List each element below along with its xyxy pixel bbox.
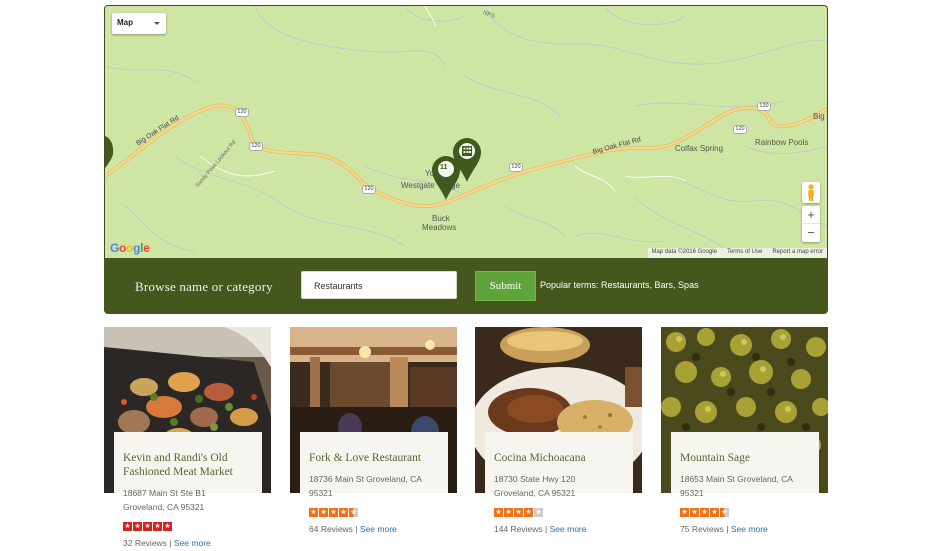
separator: | bbox=[726, 524, 729, 534]
star-icon: ★ bbox=[163, 522, 172, 531]
listing-reviews: 144 Reviews | See more bbox=[494, 524, 587, 534]
star-rating: ★ ★ ★ ★ ★ bbox=[123, 522, 172, 531]
review-count: 144 Reviews bbox=[494, 524, 543, 534]
listing-address: 18736 Main St Groveland, CA 95321 bbox=[309, 472, 443, 500]
listing-name[interactable]: Kevin and Randi's Old Fashioned Meat Mar… bbox=[123, 451, 263, 479]
see-more-link[interactable]: See more bbox=[174, 538, 211, 548]
search-band: Browse name or category Restaurants Subm… bbox=[104, 258, 828, 314]
map-label-yo: Yo bbox=[425, 169, 435, 178]
map-data-attribution: Map data ©2016 Google bbox=[651, 249, 717, 255]
see-more-link[interactable]: See more bbox=[550, 524, 587, 534]
map-label-westgate: Westgate bbox=[401, 181, 435, 190]
star-icon: ★ bbox=[319, 508, 328, 517]
search-input[interactable]: Restaurants bbox=[301, 271, 457, 299]
listing-card[interactable]: Mountain Sage 18653 Main St Groveland, C… bbox=[661, 327, 828, 551]
route-shield: 120 bbox=[235, 108, 249, 117]
star-icon: ★ bbox=[339, 508, 348, 517]
address-line-2: Groveland, CA 95321 bbox=[123, 502, 205, 512]
search-input-value: Restaurants bbox=[314, 281, 363, 291]
zoom-out-button[interactable]: − bbox=[802, 224, 820, 242]
star-icon: ★ bbox=[309, 508, 318, 517]
listing-reviews: 64 Reviews | See more bbox=[309, 524, 397, 534]
see-more-link[interactable]: See more bbox=[731, 524, 768, 534]
terms-of-use-link[interactable]: Terms of Use bbox=[727, 249, 762, 257]
google-logo: Google bbox=[110, 241, 150, 255]
map-attribution: Map data ©2016 Google Terms of Use Repor… bbox=[647, 248, 827, 258]
listing-name[interactable]: Cocina Michoacana bbox=[494, 451, 634, 465]
star-icon: ★ bbox=[680, 508, 689, 517]
star-icon: ★ bbox=[700, 508, 709, 517]
review-count: 64 Reviews bbox=[309, 524, 353, 534]
separator: | bbox=[545, 524, 548, 534]
route-shield: 120 bbox=[757, 102, 771, 111]
address-line-2: Groveland, CA 95321 bbox=[494, 488, 576, 498]
listing-card[interactable]: Cocina Michoacana 18730 State Hwy 120 Gr… bbox=[475, 327, 642, 551]
listing-card[interactable]: Fork & Love Restaurant 18736 Main St Gro… bbox=[290, 327, 457, 551]
separator: | bbox=[355, 524, 358, 534]
address-line-1: 18730 State Hwy 120 bbox=[494, 474, 576, 484]
star-icon: ★ bbox=[123, 522, 132, 531]
browse-label: Browse name or category bbox=[135, 279, 273, 294]
review-count: 75 Reviews bbox=[680, 524, 724, 534]
star-half-icon: ★ bbox=[349, 508, 358, 517]
star-empty-icon: ★ bbox=[534, 508, 543, 517]
star-icon: ★ bbox=[494, 508, 503, 517]
address-line-1: 18653 Main St Groveland, CA bbox=[680, 474, 793, 484]
review-count: 32 Reviews bbox=[123, 538, 167, 548]
star-icon: ★ bbox=[710, 508, 719, 517]
map-label-colfax-spring: Colfax Spring bbox=[675, 144, 724, 153]
star-rating: ★ ★ ★ ★ ★ bbox=[494, 508, 543, 517]
star-icon: ★ bbox=[143, 522, 152, 531]
chevron-down-icon bbox=[154, 22, 160, 25]
listing-info: Kevin and Randi's Old Fashioned Meat Mar… bbox=[114, 432, 262, 551]
map[interactable]: 11 Yo Westgate ge Buck Meadows Colfax Sp… bbox=[104, 5, 828, 258]
address-line-1: 18687 Main St Ste B1 bbox=[123, 488, 206, 498]
listing-reviews: 32 Reviews | See more bbox=[123, 538, 211, 548]
star-icon: ★ bbox=[514, 508, 523, 517]
listing-name[interactable]: Fork & Love Restaurant bbox=[309, 451, 449, 465]
map-label-ge: ge bbox=[451, 181, 460, 190]
route-shield: 120 bbox=[509, 163, 523, 172]
street-view-pegman-icon[interactable] bbox=[802, 182, 820, 203]
route-shield: 120 bbox=[733, 125, 747, 134]
listing-card[interactable]: Kevin and Randi's Old Fashioned Meat Mar… bbox=[104, 327, 271, 551]
star-half-icon: ★ bbox=[720, 508, 729, 517]
star-rating: ★ ★ ★ ★ ★ bbox=[309, 508, 358, 517]
route-shield: 120 bbox=[249, 142, 263, 151]
star-rating: ★ ★ ★ ★ ★ bbox=[680, 508, 729, 517]
star-icon: ★ bbox=[329, 508, 338, 517]
route-shield: 120 bbox=[362, 185, 376, 194]
listing-address: 18730 State Hwy 120 Groveland, CA 95321 bbox=[494, 472, 628, 500]
map-label-rainbow-pools: Rainbow Pools bbox=[755, 138, 809, 147]
map-type-label: Map bbox=[117, 18, 133, 27]
map-type-selector[interactable]: Map bbox=[112, 13, 166, 34]
separator: | bbox=[169, 538, 172, 548]
listing-reviews: 75 Reviews | See more bbox=[680, 524, 768, 534]
listing-address: 18687 Main St Ste B1 Groveland, CA 95321 bbox=[123, 486, 257, 514]
zoom-in-button[interactable]: + bbox=[802, 206, 820, 224]
listing-info: Cocina Michoacana 18730 State Hwy 120 Gr… bbox=[485, 432, 633, 551]
star-icon: ★ bbox=[690, 508, 699, 517]
see-more-link[interactable]: See more bbox=[360, 524, 397, 534]
listing-info: Mountain Sage 18653 Main St Groveland, C… bbox=[671, 432, 819, 551]
star-icon: ★ bbox=[153, 522, 162, 531]
map-label-buck: Buck bbox=[432, 214, 450, 223]
submit-button[interactable]: Submit bbox=[475, 271, 536, 301]
address-line-2: 95321 bbox=[680, 488, 704, 498]
map-label-meadows: Meadows bbox=[422, 223, 457, 232]
listing-address: 18653 Main St Groveland, CA 95321 bbox=[680, 472, 814, 500]
map-label-big: Big bbox=[813, 112, 825, 121]
map-canvas[interactable] bbox=[105, 6, 828, 258]
listing-info: Fork & Love Restaurant 18736 Main St Gro… bbox=[300, 432, 448, 551]
address-line-2: 95321 bbox=[309, 488, 333, 498]
report-map-error-link[interactable]: Report a map error bbox=[772, 249, 823, 257]
star-icon: ★ bbox=[133, 522, 142, 531]
address-line-1: 18736 Main St Groveland, CA bbox=[309, 474, 422, 484]
star-icon: ★ bbox=[504, 508, 513, 517]
listing-name[interactable]: Mountain Sage bbox=[680, 451, 820, 465]
zoom-control[interactable]: + − bbox=[802, 206, 820, 242]
cluster-count: 11 bbox=[440, 164, 448, 171]
star-icon: ★ bbox=[524, 508, 533, 517]
popular-terms: Popular terms: Restaurants, Bars, Spas bbox=[540, 280, 699, 290]
